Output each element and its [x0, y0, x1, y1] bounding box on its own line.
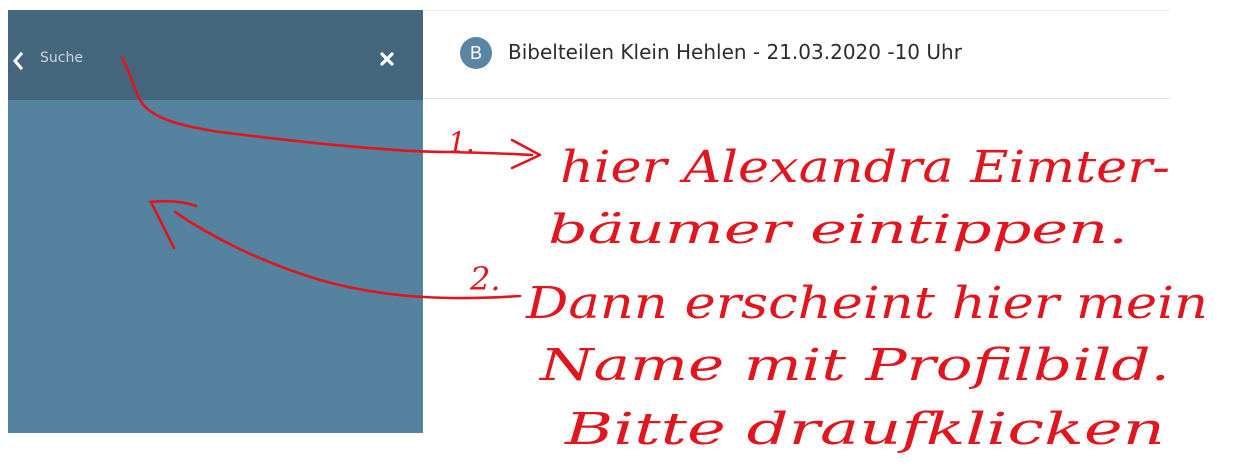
- search-panel: [8, 10, 423, 433]
- divider: [423, 98, 1170, 99]
- back-button[interactable]: [10, 48, 26, 74]
- clear-search-button[interactable]: [376, 48, 398, 70]
- step-2-marker: 2.: [469, 260, 501, 298]
- step-1-line-2: bäumer eintippen.: [548, 207, 1128, 253]
- step-1-line-1: hier Alexandra Eimter-: [560, 142, 1170, 193]
- chat-title[interactable]: Bibelteilen Klein Hehlen - 21.03.2020 -1…: [508, 38, 962, 66]
- chat-avatar[interactable]: B: [460, 37, 492, 69]
- search-input[interactable]: [40, 46, 340, 70]
- step-2-line-2: Name mit Profilbild.: [539, 340, 1170, 391]
- close-icon: [380, 52, 394, 66]
- arrow-1-head: [510, 138, 542, 170]
- step-1-marker: 1.: [448, 126, 475, 159]
- chevron-left-icon: [13, 52, 24, 70]
- step-2-line-3: Bitte draufklicken: [564, 404, 1165, 455]
- search-header: [8, 10, 423, 100]
- step-2-line-1: Dann erscheint hier mein: [525, 278, 1208, 329]
